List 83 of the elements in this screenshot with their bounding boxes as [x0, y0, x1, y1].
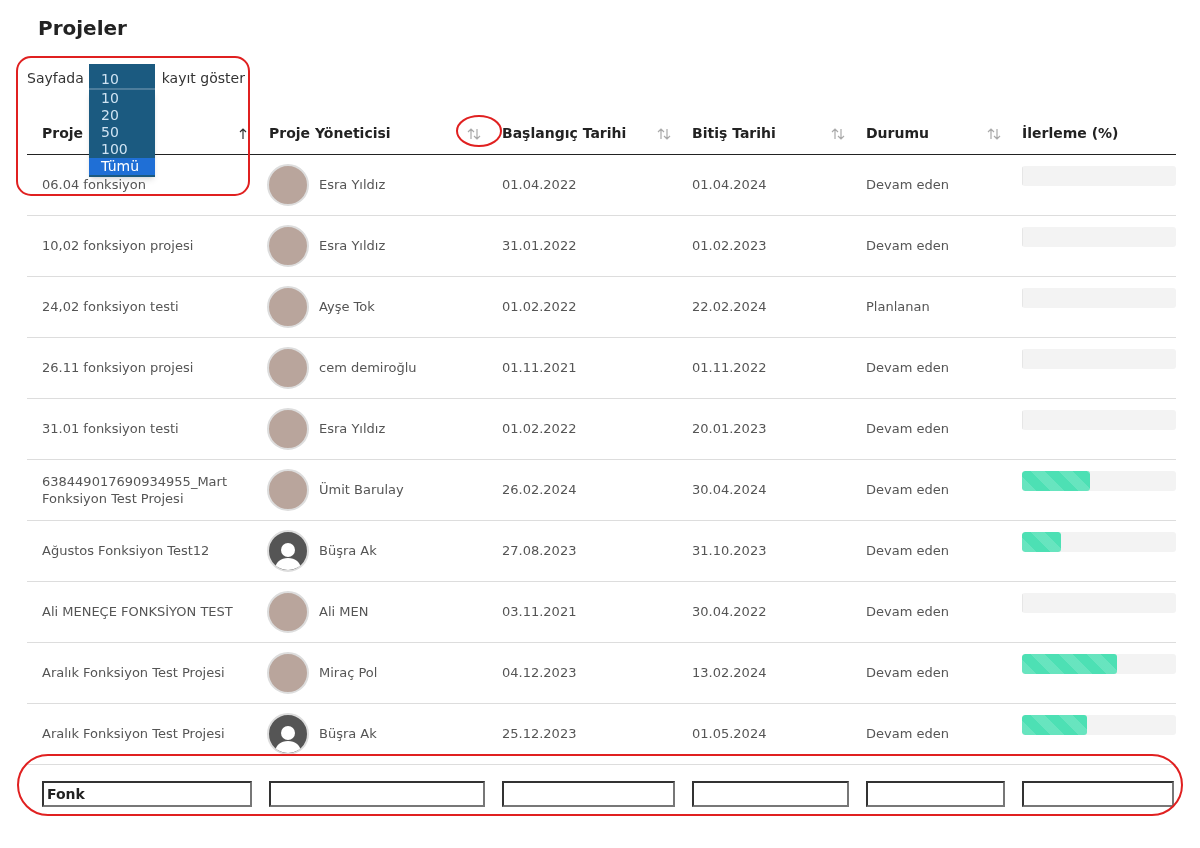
avatar-photo: [267, 224, 309, 267]
project-name: 31.01 fonksiyon testi: [42, 420, 180, 437]
column-header[interactable]: Proje Yöneticisi: [269, 123, 391, 145]
dropdown-option[interactable]: Tümü: [89, 158, 155, 175]
start-date: 25.12.2023: [502, 725, 578, 742]
avatar-photo: [267, 590, 309, 633]
manager-name: Esra Yıldız: [319, 175, 386, 194]
highlight-annotation: [456, 115, 502, 147]
column-header[interactable]: Başlangıç Tarihi: [502, 123, 627, 145]
column-header[interactable]: Proje: [42, 123, 84, 145]
end-date: 20.01.2023: [692, 420, 768, 437]
project-name: 24,02 fonksiyon testi: [42, 298, 180, 315]
filter-field[interactable]: Fonk: [42, 781, 252, 808]
status-text: Devam eden: [866, 725, 950, 742]
avatar-photo: [267, 285, 309, 328]
manager-name: Büşra Ak: [319, 541, 377, 560]
start-date: 01.02.2022: [502, 298, 578, 315]
project-name: 26.11 fonksiyon projesi: [42, 359, 195, 376]
start-date: 27.08.2023: [502, 542, 578, 559]
sort-icon[interactable]: [238, 126, 248, 141]
dropdown-option[interactable]: 10: [89, 90, 155, 107]
end-date: 01.04.2024: [692, 176, 768, 193]
filter-field[interactable]: [502, 781, 675, 808]
dropdown-option[interactable]: 20: [89, 107, 155, 124]
end-date: 22.02.2024: [692, 298, 768, 315]
avatar-icon: [267, 529, 309, 572]
manager-name: Ümit Barulay: [319, 480, 404, 499]
dropdown-option[interactable]: 100: [89, 141, 155, 158]
end-date: 13.02.2024: [692, 664, 768, 681]
start-date: 01.02.2022: [502, 420, 578, 437]
manager-name: Büşra Ak: [319, 724, 377, 743]
end-date: 30.04.2024: [692, 481, 768, 498]
start-date: 03.11.2021: [502, 603, 578, 620]
start-date: 31.01.2022: [502, 237, 578, 254]
column-header[interactable]: Durumu: [866, 123, 929, 145]
status-text: Planlanan: [866, 298, 931, 315]
start-date: 04.12.2023: [502, 664, 578, 681]
project-name: Aralık Fonksiyon Test Projesi: [42, 725, 226, 742]
status-text: Devam eden: [866, 603, 950, 620]
end-date: 01.11.2022: [692, 359, 768, 376]
avatar-photo: [267, 163, 309, 206]
project-name: Aralık Fonksiyon Test Projesi: [42, 664, 226, 681]
avatar-photo: [267, 346, 309, 389]
filter-field[interactable]: [269, 781, 485, 808]
end-date: 01.02.2023: [692, 237, 768, 254]
manager-name: Esra Yıldız: [319, 236, 386, 255]
status-text: Devam eden: [866, 237, 950, 254]
manager-name: Ayşe Tok: [319, 297, 375, 316]
manager-name: Ali MEN: [319, 602, 369, 621]
manager-name: Miraç Pol: [319, 663, 378, 682]
status-text: Devam eden: [866, 420, 950, 437]
status-text: Devam eden: [866, 359, 950, 376]
status-text: Devam eden: [866, 176, 950, 193]
label-text: kayıt göster: [161, 68, 245, 88]
avatar-photo: [267, 651, 309, 694]
page-title: Projeler: [38, 15, 128, 42]
avatar-photo: [267, 407, 309, 450]
filter-field[interactable]: [1022, 781, 1174, 808]
status-text: Devam eden: [866, 542, 950, 559]
project-name: 638449017690934955_Mart Fonksiyon Test Projesi: [42, 472, 228, 507]
project-name: 10,02 fonksiyon projesi: [42, 237, 195, 254]
end-date: 31.10.2023: [692, 542, 768, 559]
start-date: 01.04.2022: [502, 176, 578, 193]
start-date: 01.11.2021: [502, 359, 578, 376]
status-text: Devam eden: [866, 481, 950, 498]
avatar-photo: [267, 468, 309, 511]
column-header[interactable]: İlerleme (%): [1022, 123, 1119, 145]
project-name: Ağustos Fonksiyon Test12: [42, 542, 211, 559]
filter-field[interactable]: [866, 781, 1005, 808]
manager-name: cem demiroğlu: [319, 358, 417, 377]
end-date: 30.04.2022: [692, 603, 768, 620]
column-header[interactable]: Bitiş Tarihi: [692, 123, 776, 145]
status-text: Devam eden: [866, 664, 950, 681]
dropdown-option[interactable]: 50: [89, 124, 155, 141]
start-date: 26.02.2024: [502, 481, 578, 498]
avatar-icon: [267, 712, 309, 755]
label-text: Sayfada: [27, 68, 84, 88]
project-name: 06.04 fonksiyon: [42, 176, 147, 193]
manager-name: Esra Yıldız: [319, 419, 386, 438]
project-name: Ali MENEÇE FONKSİYON TEST: [42, 603, 234, 620]
page-length-select[interactable]: 10: [89, 64, 155, 90]
filter-field[interactable]: [692, 781, 849, 808]
end-date: 01.05.2024: [692, 725, 768, 742]
